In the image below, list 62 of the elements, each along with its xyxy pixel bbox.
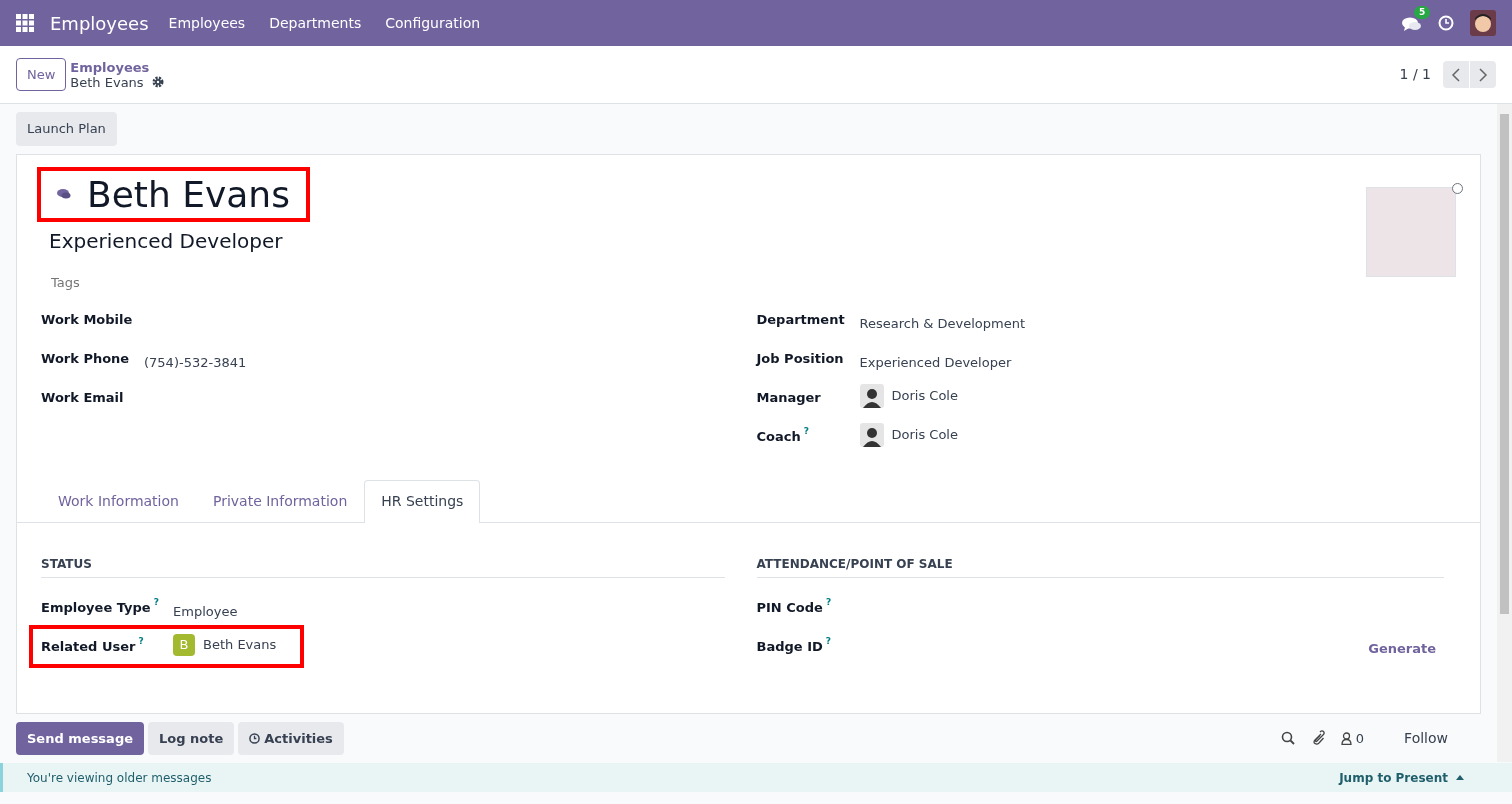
tab[interactable]: Private Information [195,479,365,522]
field-value: Employee [173,602,238,621]
generate-link[interactable]: Generate [1368,638,1436,659]
chatter-button[interactable]: Send message [16,721,144,755]
message-count-badge: 5 [1414,6,1431,20]
chatter-button[interactable]: Log note [148,721,235,755]
paperclip-icon[interactable] [1310,730,1325,747]
employee-name-heading: Beth Evans [41,170,306,219]
menu-item[interactable]: Configuration [381,12,485,34]
search-icon[interactable] [1280,731,1295,746]
field-value[interactable]: Doris Cole [891,424,958,445]
field-label: Employee Type ? [41,597,160,617]
chatter-button[interactable]: Activities [238,721,344,755]
previous-button[interactable] [1443,60,1469,89]
user-initial-avatar: B [173,633,195,656]
tab[interactable]: Work Information [41,479,196,522]
job-title-field[interactable]: Experienced Developer [49,226,1366,257]
field-label: Manager [756,388,822,407]
chat-bubbles-icon[interactable] [1402,15,1422,32]
avatar-silhouette-icon [859,383,884,408]
followers-button[interactable]: 0 [1340,728,1365,748]
field-label: Job Position [756,349,845,368]
field-label: Coach ? [756,426,810,446]
menu-item[interactable]: Employees [164,12,250,34]
next-button[interactable] [1470,60,1496,89]
field-label: Work Phone [41,349,131,368]
older-messages-text: You're viewing older messages [27,769,212,787]
section-title: STATUS [41,546,725,578]
clock-icon [249,732,261,744]
scrollbar[interactable] [1497,104,1512,762]
field-value[interactable]: Beth Evans [203,634,277,655]
breadcrumb-current: Beth Evans [70,74,144,90]
field-value: (754)-532-3841 [144,353,247,372]
field-label: Related User ? [41,636,145,656]
person-icon [1340,731,1352,745]
avatar-silhouette-icon [859,422,884,447]
settings-icon[interactable] [151,76,164,88]
menu-item[interactable]: Departments [265,12,366,34]
jump-to-present-link[interactable]: Jump to Present [1339,768,1464,787]
field-value: Research & Development [859,314,1026,333]
tab[interactable]: HR Settings [364,479,481,523]
clock-icon[interactable] [1438,15,1454,31]
apps-grid-icon[interactable] [16,14,34,32]
field-label: Work Email [41,388,125,407]
field-value: Experienced Developer [859,353,1012,372]
field-label: Work Mobile [41,310,134,329]
launch-plan-button[interactable]: Launch Plan [16,112,117,146]
breadcrumb-link[interactable]: Employees [70,59,164,75]
user-avatar-icon[interactable] [1470,10,1496,36]
section-title: ATTENDANCE/POINT OF SALE [756,546,1444,578]
field-label: PIN Code ? [756,597,833,617]
chat-icon[interactable] [57,188,71,201]
new-button[interactable]: New [16,57,67,92]
chevron-right-icon [1478,67,1488,84]
follow-button[interactable]: Follow [1404,727,1448,749]
app-name[interactable]: Employees [50,9,149,37]
field-label: Badge ID ? [756,636,832,656]
field-value[interactable]: Doris Cole [891,385,958,406]
chevron-left-icon [1451,67,1461,84]
pager-value: 1 / 1 [1399,65,1431,84]
caret-up-icon [1456,775,1464,780]
field-label: Department [756,310,846,329]
